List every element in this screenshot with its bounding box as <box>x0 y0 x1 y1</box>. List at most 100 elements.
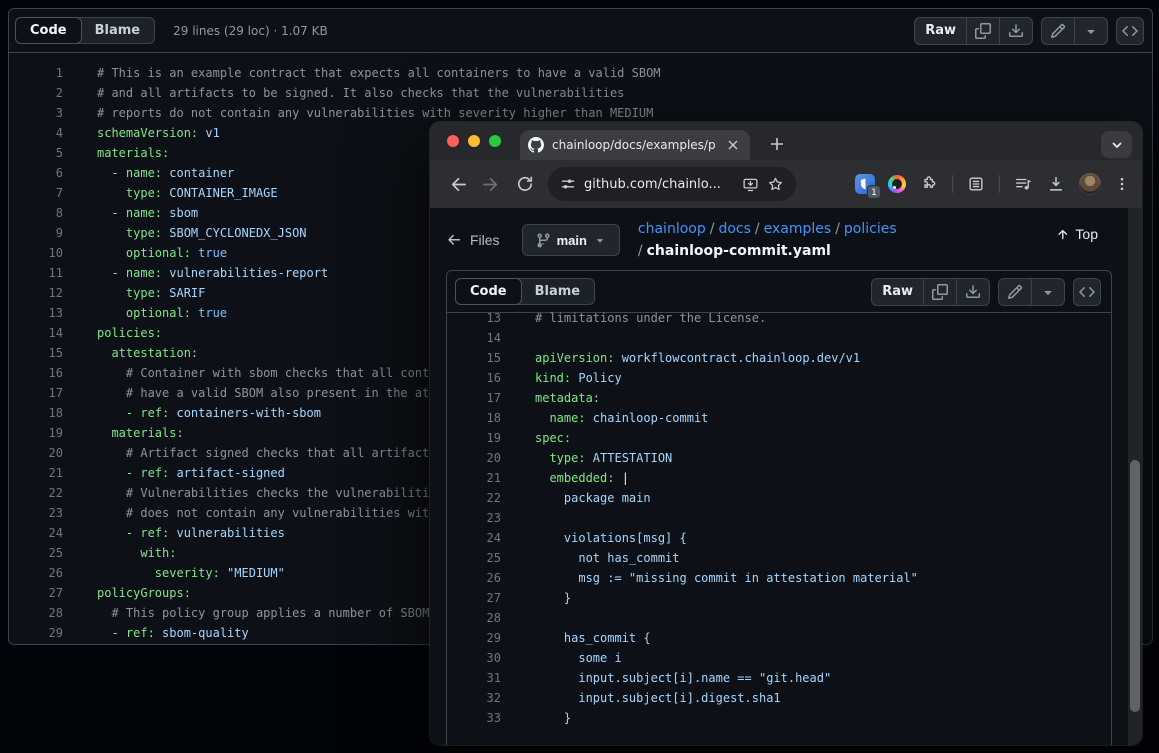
tab-code[interactable]: Code <box>15 17 82 44</box>
line-number[interactable]: 26 <box>9 563 63 583</box>
line-number[interactable]: 9 <box>9 223 63 243</box>
line-number[interactable]: 32 <box>447 688 501 708</box>
browser-tab[interactable]: chainloop/docs/examples/poli <box>520 130 750 160</box>
line-number[interactable]: 13 <box>447 308 501 328</box>
line-number[interactable]: 33 <box>447 708 501 728</box>
line-number[interactable]: 16 <box>447 368 501 388</box>
line-number[interactable]: 18 <box>447 408 501 428</box>
tab-close-button[interactable] <box>724 136 742 154</box>
branch-selector[interactable]: main <box>522 224 620 256</box>
scrollbar-thumb[interactable] <box>1130 460 1140 712</box>
tab-code[interactable]: Code <box>455 278 522 305</box>
code-symbols-button[interactable] <box>1116 17 1144 45</box>
copy-button[interactable] <box>923 279 956 305</box>
code-line: 24 violations[msg] { <box>447 528 1111 548</box>
edit-dropdown-button[interactable] <box>1074 18 1107 44</box>
triangle-down-icon <box>593 233 607 247</box>
line-number[interactable]: 20 <box>9 443 63 463</box>
line-number[interactable]: 26 <box>447 568 501 588</box>
line-number[interactable]: 4 <box>9 123 63 143</box>
profile-avatar[interactable] <box>1079 173 1101 195</box>
line-number[interactable]: 25 <box>9 543 63 563</box>
line-number[interactable]: 2 <box>9 83 63 103</box>
code-line: 22 package main <box>447 488 1111 508</box>
line-number[interactable]: 3 <box>9 103 63 123</box>
line-number[interactable]: 25 <box>447 548 501 568</box>
line-number[interactable]: 29 <box>447 628 501 648</box>
page-scrollbar[interactable] <box>1128 208 1142 745</box>
line-number[interactable]: 28 <box>447 608 501 628</box>
send-to-device-icon[interactable] <box>742 176 759 193</box>
browser-menu-button[interactable] <box>1114 171 1130 197</box>
tab-search-button[interactable] <box>1101 131 1132 158</box>
edit-button[interactable] <box>999 279 1031 305</box>
line-number[interactable]: 21 <box>447 468 501 488</box>
line-number[interactable]: 8 <box>9 203 63 223</box>
line-number[interactable]: 13 <box>9 303 63 323</box>
minimize-window-button[interactable] <box>468 135 480 147</box>
password-extension-icon[interactable]: 1 <box>855 174 875 194</box>
tab-blame[interactable]: Blame <box>521 279 595 304</box>
line-number[interactable]: 23 <box>9 503 63 523</box>
line-number[interactable]: 1 <box>9 63 63 83</box>
breadcrumb-repo-link[interactable]: chainloop <box>638 221 706 237</box>
edit-dropdown-button[interactable] <box>1031 279 1064 305</box>
line-number[interactable]: 17 <box>9 383 63 403</box>
line-number[interactable]: 11 <box>9 263 63 283</box>
copy-button[interactable] <box>966 18 999 44</box>
line-number[interactable]: 23 <box>447 508 501 528</box>
address-bar[interactable]: github.com/chainlo... <box>548 167 796 201</box>
line-number[interactable]: 12 <box>9 283 63 303</box>
line-number[interactable]: 22 <box>447 488 501 508</box>
breadcrumb-policies-link[interactable]: policies <box>844 221 897 237</box>
download-raw-button[interactable] <box>999 18 1032 44</box>
new-tab-button[interactable] <box>764 131 790 157</box>
line-number[interactable]: 22 <box>9 483 63 503</box>
playlist-button[interactable] <box>1013 171 1033 197</box>
line-number[interactable]: 15 <box>447 348 501 368</box>
line-number[interactable]: 28 <box>9 603 63 623</box>
line-number[interactable]: 14 <box>9 323 63 343</box>
raw-button[interactable]: Raw <box>872 279 923 305</box>
breadcrumb-docs-link[interactable]: docs <box>718 221 750 237</box>
line-number[interactable]: 5 <box>9 143 63 163</box>
line-number[interactable]: 10 <box>9 243 63 263</box>
back-to-top-link[interactable]: Top <box>1056 226 1098 242</box>
line-number[interactable]: 21 <box>9 463 63 483</box>
line-number[interactable]: 20 <box>447 448 501 468</box>
code-line-text: - ref: containers-with-sbom <box>63 403 321 423</box>
files-back-link[interactable]: Files <box>446 232 500 248</box>
reading-list-button[interactable] <box>966 171 986 197</box>
line-number[interactable]: 27 <box>9 583 63 603</box>
lens-extension-icon[interactable] <box>888 175 906 193</box>
bookmark-star-icon[interactable] <box>767 176 784 193</box>
line-number[interactable]: 31 <box>447 668 501 688</box>
code-symbols-button[interactable] <box>1073 278 1101 306</box>
reload-button[interactable] <box>512 171 538 197</box>
raw-button[interactable]: Raw <box>915 18 966 44</box>
extensions-menu-button[interactable] <box>919 171 939 197</box>
line-number[interactable]: 18 <box>9 403 63 423</box>
edit-button[interactable] <box>1042 18 1074 44</box>
line-number[interactable]: 24 <box>447 528 501 548</box>
breadcrumb-examples-link[interactable]: examples <box>764 221 832 237</box>
line-number[interactable]: 19 <box>9 423 63 443</box>
tab-blame[interactable]: Blame <box>81 18 155 43</box>
line-number[interactable]: 7 <box>9 183 63 203</box>
line-number[interactable]: 19 <box>447 428 501 448</box>
line-number[interactable]: 30 <box>447 648 501 668</box>
download-raw-button[interactable] <box>956 279 989 305</box>
line-number[interactable]: 27 <box>447 588 501 608</box>
line-number[interactable]: 29 <box>9 623 63 643</box>
downloads-button[interactable] <box>1046 171 1066 197</box>
line-number[interactable]: 17 <box>447 388 501 408</box>
maximize-window-button[interactable] <box>489 135 501 147</box>
close-window-button[interactable] <box>447 135 459 147</box>
forward-button[interactable] <box>478 171 504 197</box>
line-number[interactable]: 14 <box>447 328 501 348</box>
back-button[interactable] <box>444 171 470 197</box>
line-number[interactable]: 15 <box>9 343 63 363</box>
line-number[interactable]: 6 <box>9 163 63 183</box>
line-number[interactable]: 16 <box>9 363 63 383</box>
line-number[interactable]: 24 <box>9 523 63 543</box>
